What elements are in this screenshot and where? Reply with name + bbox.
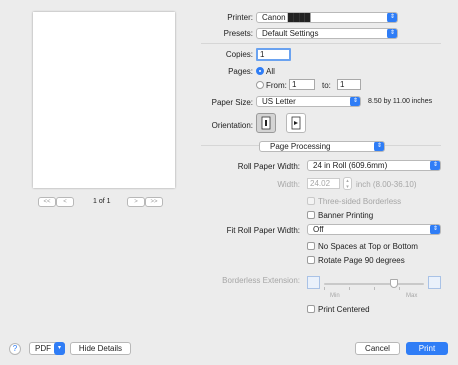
roll-paper-width-value: 24 in Roll (609.6mm) <box>313 161 388 170</box>
pages-range-radio[interactable] <box>256 81 264 89</box>
printer-value: Canon ████ <box>262 13 311 22</box>
printer-popup[interactable]: Canon ████ ⇕ <box>256 12 398 23</box>
banner-printing-label: Banner Printing <box>318 211 374 220</box>
three-sided-borderless-checkbox[interactable] <box>307 197 315 205</box>
portrait-icon <box>261 116 271 130</box>
fit-roll-paper-width-popup[interactable]: Off ⇕ <box>307 224 441 235</box>
orientation-portrait-button[interactable] <box>256 113 276 133</box>
section-value: Page Processing <box>270 142 331 151</box>
fit-roll-paper-width-label: Fit Roll Paper Width: <box>226 226 300 235</box>
chevron-updown-icon: ⇕ <box>374 142 384 151</box>
borderless-extension-slider[interactable] <box>324 279 424 290</box>
slider-thumb[interactable] <box>390 279 398 288</box>
three-sided-borderless-label: Three-sided Borderless <box>318 197 402 206</box>
presets-value: Default Settings <box>262 29 319 38</box>
paper-size-popup[interactable]: US Letter ⇕ <box>256 96 361 107</box>
paper-size-value: US Letter <box>262 97 296 106</box>
no-spaces-checkbox[interactable] <box>307 242 315 250</box>
borderless-min-icon <box>307 276 320 289</box>
cancel-button[interactable]: Cancel <box>355 342 400 355</box>
pages-to-label: to: <box>322 81 331 90</box>
pages-all-radio[interactable] <box>256 67 264 75</box>
print-centered-label: Print Centered <box>318 305 370 314</box>
pdf-menu-button[interactable]: PDF ▾ <box>29 342 65 355</box>
presets-popup[interactable]: Default Settings ⇕ <box>256 28 398 39</box>
chevron-updown-icon: ⇕ <box>430 161 440 170</box>
banner-printing-checkbox[interactable] <box>307 211 315 219</box>
chevron-updown-icon: ⇕ <box>387 29 397 38</box>
pages-label: Pages: <box>228 67 253 76</box>
rotate-page-checkbox[interactable] <box>307 256 315 264</box>
chevron-updown-icon: ⇕ <box>430 225 440 234</box>
chevron-updown-icon: ⇕ <box>387 13 397 22</box>
next-page-button[interactable]: > <box>127 197 145 207</box>
print-centered-checkbox[interactable] <box>307 305 315 313</box>
preview-nav: << < 1 of 1 > >> <box>38 197 168 208</box>
pages-from-field[interactable]: 1 <box>289 79 315 90</box>
chevron-updown-icon: ⇕ <box>350 97 360 106</box>
paper-size-dimensions: 8.50 by 11.00 inches <box>368 98 433 105</box>
fit-roll-paper-width-value: Off <box>313 225 324 234</box>
roll-paper-width-popup[interactable]: 24 in Roll (609.6mm) ⇕ <box>307 160 441 171</box>
pages-to-field[interactable]: 1 <box>337 79 361 90</box>
width-label: Width: <box>277 180 300 189</box>
width-stepper[interactable]: ▴ ▾ <box>343 177 352 190</box>
copies-field[interactable]: 1 <box>256 48 291 61</box>
separator <box>201 43 441 44</box>
last-page-button[interactable]: >> <box>145 197 163 207</box>
borderless-extension-label: Borderless Extension: <box>222 276 300 285</box>
no-spaces-label: No Spaces at Top or Bottom <box>318 242 418 251</box>
pages-all-label: All <box>266 67 275 76</box>
orientation-label: Orientation: <box>211 121 253 130</box>
chevron-down-icon: ▾ <box>54 342 65 355</box>
copies-label: Copies: <box>225 50 253 59</box>
printer-label: Printer: <box>227 13 253 22</box>
borderless-max-icon <box>428 276 441 289</box>
roll-paper-width-label: Roll Paper Width: <box>237 162 300 171</box>
width-unit: inch (8.00-36.10) <box>356 180 417 189</box>
page-preview <box>33 12 175 188</box>
slider-track <box>324 283 424 285</box>
pdf-label: PDF <box>35 344 51 353</box>
print-button[interactable]: Print <box>406 342 448 355</box>
slider-min-label: Min <box>330 293 340 299</box>
page-indicator: 1 of 1 <box>93 198 111 205</box>
landscape-icon <box>291 116 301 130</box>
hide-details-button[interactable]: Hide Details <box>70 342 131 355</box>
paper-size-label: Paper Size: <box>211 98 253 107</box>
presets-label: Presets: <box>223 29 253 38</box>
rotate-page-label: Rotate Page 90 degrees <box>318 256 405 265</box>
width-field[interactable]: 24.02 <box>307 178 340 189</box>
slider-max-label: Max <box>406 293 418 299</box>
orientation-landscape-button[interactable] <box>286 113 306 133</box>
pages-from-label: From: <box>266 81 287 90</box>
help-button[interactable]: ? <box>9 343 21 355</box>
slider-ticks <box>324 287 424 290</box>
first-page-button[interactable]: << <box>38 197 56 207</box>
prev-page-button[interactable]: < <box>56 197 74 207</box>
section-popup[interactable]: Page Processing ⇕ <box>259 141 385 152</box>
